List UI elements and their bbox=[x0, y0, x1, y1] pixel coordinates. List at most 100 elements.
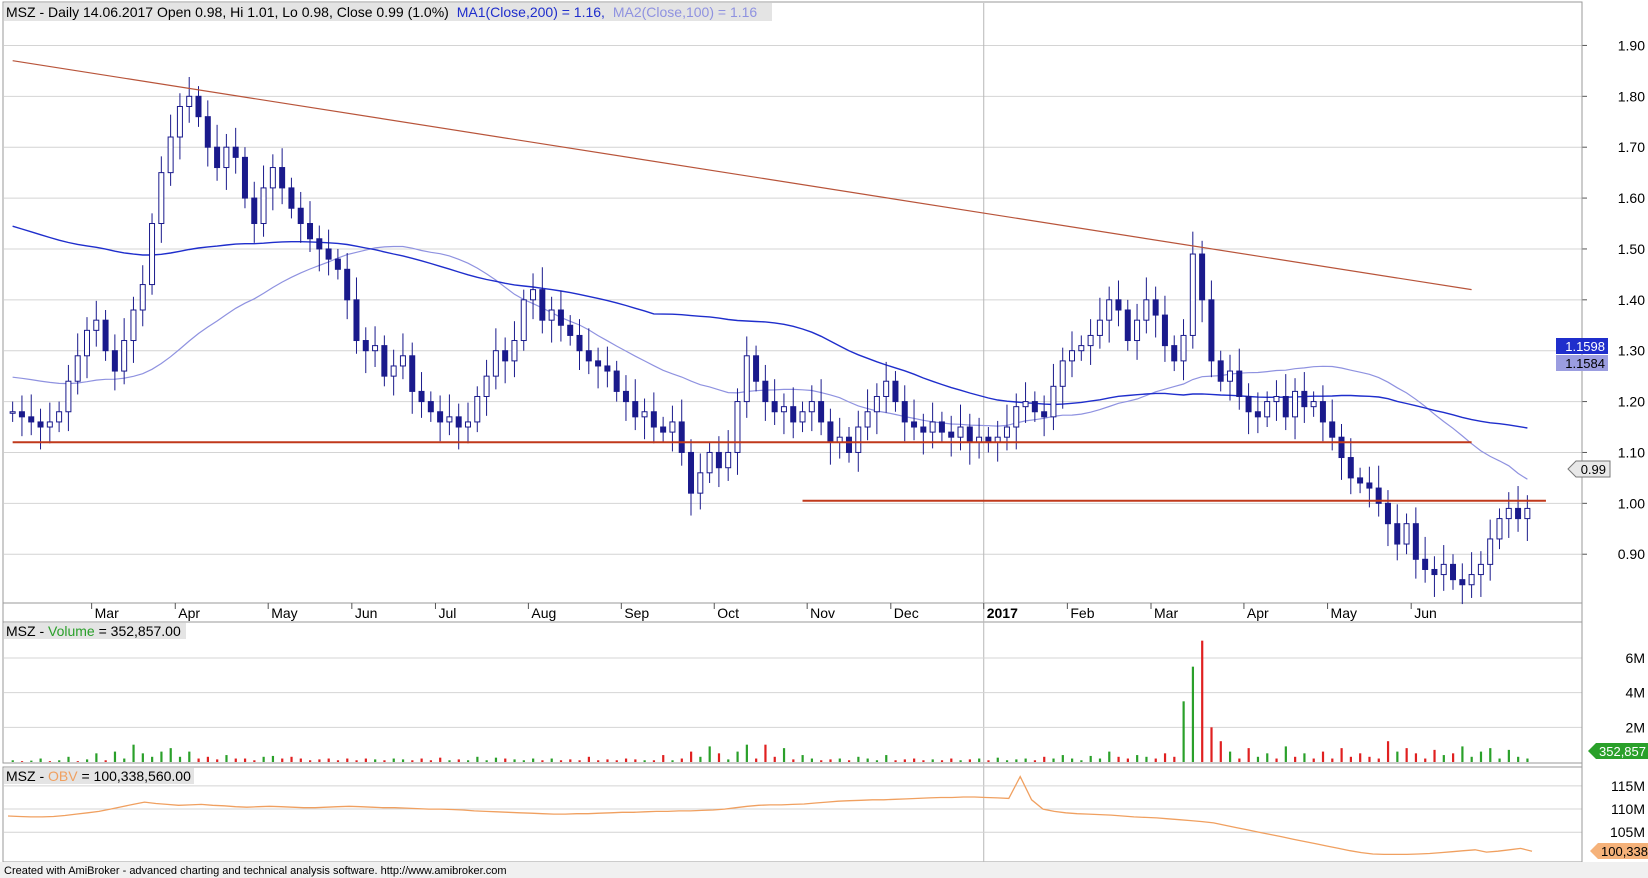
candle-body bbox=[139, 284, 146, 311]
date-tick-label: Aug bbox=[531, 605, 556, 621]
candle-body bbox=[1515, 507, 1522, 520]
amibroker-chart: 1.90 1.80 1.70 1.60 1.50 1.40 1.30 1.20 1.10 1.00… bbox=[0, 0, 1648, 878]
ma2-badge: 1.1584 bbox=[1556, 355, 1608, 371]
candle-body bbox=[1468, 574, 1475, 586]
volume-bar bbox=[197, 758, 200, 762]
candle-body bbox=[158, 172, 165, 225]
volume-bar bbox=[1015, 759, 1018, 762]
candle-body bbox=[539, 289, 546, 321]
candle-body bbox=[576, 334, 583, 352]
candle-body bbox=[548, 309, 555, 321]
volume-bar bbox=[1145, 756, 1148, 762]
candle-body bbox=[920, 426, 927, 433]
candle-body bbox=[669, 421, 676, 433]
candle-body bbox=[585, 350, 592, 362]
candle-body bbox=[1143, 299, 1150, 321]
volume-bar bbox=[1294, 756, 1297, 762]
svg-text:0.99: 0.99 bbox=[1581, 462, 1606, 477]
candle-body bbox=[938, 421, 945, 433]
volume-bar bbox=[717, 753, 721, 762]
obv-badge: 100,338,5 bbox=[1590, 843, 1648, 859]
volume-bar bbox=[39, 758, 42, 762]
candle-body bbox=[604, 365, 611, 372]
volume-bar bbox=[913, 758, 916, 762]
candle-body bbox=[1264, 401, 1271, 418]
candle-body bbox=[706, 451, 713, 474]
candle-body bbox=[1022, 401, 1029, 408]
candle-body bbox=[149, 223, 156, 286]
candle-body bbox=[307, 223, 314, 240]
volume-bar bbox=[1191, 666, 1195, 762]
volume-bar bbox=[141, 753, 144, 762]
candle-body bbox=[762, 380, 769, 403]
candle-body bbox=[167, 136, 174, 174]
candle-body bbox=[753, 355, 760, 382]
volume-bar bbox=[1108, 751, 1111, 762]
volume-bar bbox=[522, 760, 525, 762]
candle-body bbox=[1031, 401, 1038, 413]
candle-body bbox=[176, 105, 183, 138]
candle-body bbox=[1003, 426, 1010, 438]
volume-bar bbox=[987, 760, 990, 762]
volume-bar bbox=[457, 759, 460, 762]
candle-body bbox=[223, 146, 230, 169]
candle-body bbox=[1310, 401, 1317, 408]
volume-bar bbox=[1061, 755, 1064, 762]
volume-bar bbox=[1043, 756, 1046, 762]
candle-body bbox=[1505, 507, 1512, 520]
volume-bar bbox=[95, 753, 98, 762]
candle-body bbox=[316, 238, 323, 250]
candle-body bbox=[46, 421, 53, 428]
volume-bar bbox=[1507, 749, 1510, 762]
candle-body bbox=[344, 268, 351, 301]
volume-bar bbox=[1433, 749, 1436, 762]
candle-body bbox=[1524, 507, 1531, 520]
price-tick-label: 1.80 bbox=[1618, 88, 1645, 104]
volume-bar bbox=[85, 759, 89, 762]
volume-bar bbox=[123, 758, 126, 762]
footer-text: Created with AmiBroker - advanced charti… bbox=[4, 865, 507, 877]
volume-bar bbox=[104, 760, 107, 762]
candle-body bbox=[1459, 579, 1466, 586]
candle-body bbox=[446, 416, 453, 423]
chart-canvas: 1.90 1.80 1.70 1.60 1.50 1.40 1.30 1.20 1.10 1.00… bbox=[0, 0, 1648, 878]
date-tick-label: Apr bbox=[1247, 605, 1269, 621]
volume-bar bbox=[253, 760, 256, 762]
candle-body bbox=[771, 401, 778, 413]
volume-badge: 352,857 bbox=[1588, 743, 1648, 759]
volume-bar bbox=[1033, 760, 1037, 762]
volume-bar bbox=[764, 744, 767, 762]
volume-bar bbox=[755, 758, 758, 762]
volume-bar bbox=[541, 760, 544, 762]
volume-bar bbox=[652, 760, 656, 762]
volume-bar bbox=[857, 756, 860, 762]
candle-body bbox=[948, 431, 955, 438]
candle-body bbox=[1329, 421, 1336, 438]
volume-bar bbox=[1405, 748, 1408, 762]
volume-bar bbox=[820, 760, 823, 762]
volume-bar bbox=[48, 761, 52, 762]
candle-body bbox=[660, 426, 667, 433]
candle-body bbox=[957, 426, 964, 438]
volume-bar bbox=[1275, 758, 1278, 762]
candle-body bbox=[372, 345, 379, 352]
volume-tick-label: 6M bbox=[1626, 650, 1645, 666]
svg-text:100,338,5: 100,338,5 bbox=[1601, 844, 1648, 859]
obv-tick-label: 105M bbox=[1610, 824, 1645, 840]
volume-bar bbox=[299, 758, 302, 762]
candle-body bbox=[1477, 563, 1484, 576]
volume-bar bbox=[160, 751, 163, 762]
volume-bar bbox=[671, 760, 674, 762]
volume-bar bbox=[364, 758, 367, 762]
volume-bar bbox=[67, 756, 70, 762]
volume-bar bbox=[634, 759, 637, 762]
candle-body bbox=[595, 360, 602, 367]
volume-bar bbox=[950, 758, 953, 762]
candle-body bbox=[483, 375, 490, 397]
obv-tick-label: 115M bbox=[1611, 778, 1645, 794]
volume-bar bbox=[578, 760, 581, 762]
volume-bar bbox=[1080, 760, 1083, 762]
candle-body bbox=[502, 350, 509, 362]
candle-body bbox=[1422, 558, 1429, 570]
volume-bar bbox=[1424, 758, 1427, 762]
